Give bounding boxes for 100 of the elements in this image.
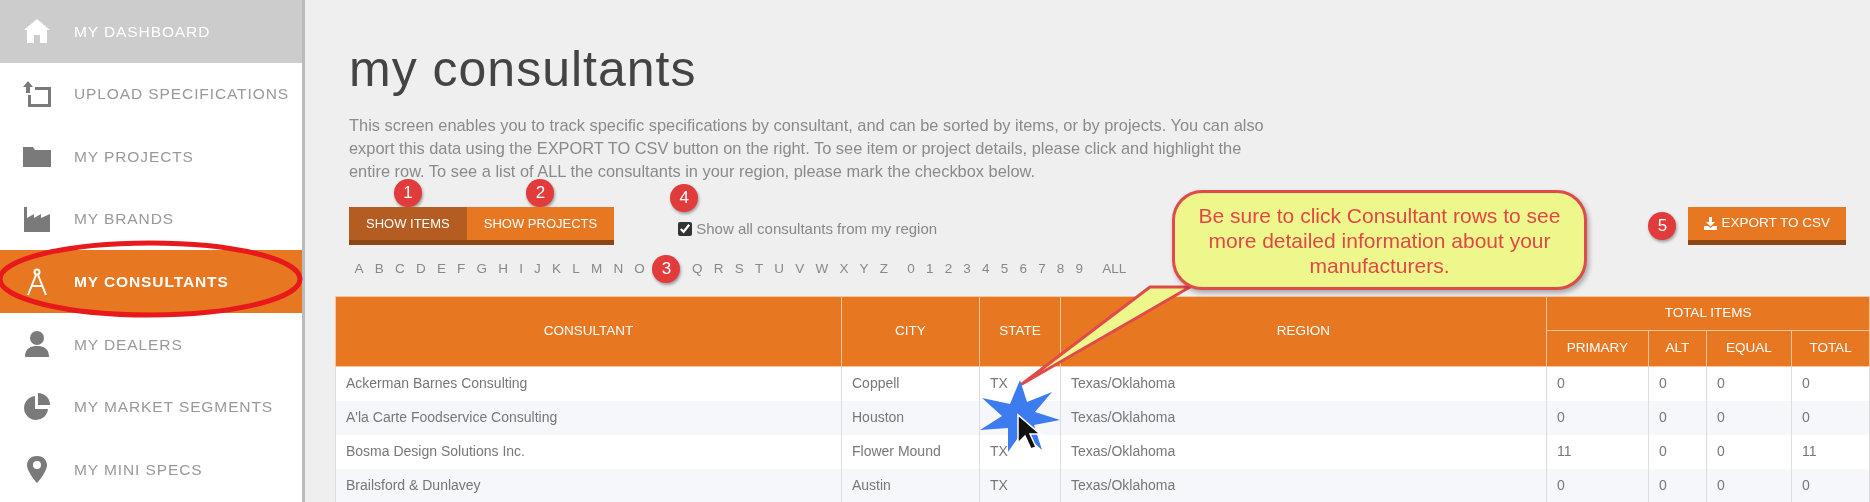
letter-link[interactable]: A (349, 258, 370, 280)
letter-link[interactable]: C (389, 258, 411, 280)
table-cell: Ackerman Barnes Consulting (346, 375, 528, 392)
table-cell: 11 (1802, 443, 1817, 459)
table-cell: 0 (1659, 375, 1667, 392)
pie-chart-icon (22, 391, 52, 422)
number-badge: 3 (652, 255, 681, 283)
table-cell: 0 (1802, 477, 1810, 493)
table-cell: 0 (1557, 409, 1565, 425)
letter-link[interactable]: O (628, 258, 651, 280)
column-header: PRIMARY (1546, 330, 1649, 367)
letter-link[interactable]: G (470, 258, 493, 280)
callout-bubble: Be sure to click Consultant rows to see more detailed information about your manufacturers. (1172, 190, 1587, 290)
table-cell: 0 (1717, 477, 1725, 493)
table-cell: Texas/Oklahoma (1071, 375, 1176, 392)
column-header: TOTAL (1791, 330, 1870, 367)
table-cell: 0 (1717, 409, 1725, 425)
sidebar-item[interactable]: MY BRANDS (0, 187, 302, 251)
column-header: ALT (1648, 330, 1707, 367)
letter-link[interactable]: H (492, 258, 514, 280)
checkbox[interactable] (678, 222, 693, 236)
letter-link[interactable]: K (546, 258, 567, 280)
letter-link[interactable]: F (451, 258, 471, 280)
sidebar-item[interactable]: MY DEALERS (0, 312, 302, 376)
letter-link[interactable]: 0 (901, 258, 921, 280)
letter-link[interactable]: N (607, 258, 629, 280)
table-cell: 0 (1557, 375, 1565, 392)
letter-link[interactable]: V (789, 258, 810, 280)
page-title: my consultants (349, 44, 698, 94)
number-badge: 1 (393, 179, 422, 207)
sidebar-item[interactable]: MY CONSULTANTS (0, 250, 302, 313)
letter-link[interactable]: Y (854, 258, 875, 280)
letter-link[interactable]: 6 (1013, 258, 1033, 280)
table-cell: Brailsford & Dunlavey (346, 477, 481, 493)
table-cell: TX (990, 375, 1008, 392)
table-cell: Texas/Oklahoma (1071, 443, 1176, 459)
letter-link[interactable]: M (585, 258, 608, 280)
number-badge: 4 (670, 183, 699, 212)
letter-link[interactable]: W (809, 258, 834, 280)
column-header: EQUAL (1706, 330, 1792, 367)
sidebar-item[interactable]: UPLOAD SPECIFICATIONS (0, 62, 302, 126)
column-header: CONSULTANT (335, 296, 842, 367)
letter-link[interactable]: T (749, 258, 769, 280)
letter-link[interactable]: 5 (995, 258, 1014, 280)
number-badge: 5 (1648, 212, 1677, 240)
letter-link[interactable]: ALL (1096, 258, 1132, 280)
tab-button[interactable]: SHOW PROJECTS (466, 207, 615, 245)
table-cell: Texas/Oklahoma (1071, 477, 1176, 493)
letter-link[interactable]: J (528, 258, 547, 280)
table-cell: 0 (1659, 477, 1667, 493)
letter-link[interactable]: 7 (1032, 258, 1052, 280)
letter-link[interactable]: L (566, 258, 586, 280)
table-cell: 0 (1802, 409, 1810, 425)
column-header: REGION (1060, 296, 1547, 367)
letter-link[interactable]: Z (874, 258, 894, 280)
table-cell: 0 (1717, 443, 1725, 459)
person-icon (22, 329, 52, 360)
letter-link[interactable]: 2 (939, 258, 958, 280)
table-cell: 11 (1557, 443, 1572, 459)
table-cell: TX (990, 477, 1008, 493)
letter-link[interactable]: 1 (920, 258, 940, 280)
table-cell: 0 (1717, 375, 1725, 392)
table-cell: A'la Carte Foodservice Consulting (346, 409, 558, 425)
letter-link[interactable]: 8 (1051, 258, 1070, 280)
column-header: CITY (841, 296, 980, 367)
sidebar-item[interactable]: MY PROJECTS (0, 125, 302, 188)
sidebar-item[interactable]: MY MARKET SEGMENTS (0, 375, 302, 439)
letter-link[interactable]: Q (686, 258, 709, 280)
table-cell: Flower Mound (852, 443, 941, 459)
letter-link[interactable]: U (768, 258, 790, 280)
letter-link[interactable]: 4 (976, 258, 996, 280)
letter-link[interactable]: S (729, 258, 750, 280)
letter-link[interactable]: 9 (1069, 258, 1089, 280)
table-cell: Bosma Design Solutions Inc. (346, 443, 525, 459)
table-cell: TX (990, 443, 1008, 459)
download-icon (1704, 217, 1718, 230)
description-text: This screen enables you to track specific specifications by consultant, and can be sorted by items, or by projects. You can also export this data using the EXPORT TO CSV button on the right. To see item or project details, please click and highlight the entire row. To see a list of ALL the consultants in your region, please mark the checkbox below. (349, 115, 1265, 182)
table-cell: 0 (1659, 443, 1667, 459)
tab-button[interactable]: SHOW ITEMS (349, 207, 467, 245)
letter-link[interactable]: D (410, 258, 432, 280)
column-header: STATE (979, 296, 1061, 367)
letter-link[interactable]: I (513, 258, 529, 280)
table-cell: Coppell (852, 375, 900, 392)
sidebar-item[interactable]: MY MINI SPECS (0, 438, 302, 501)
letter-link[interactable]: E (431, 258, 452, 280)
factory-icon (22, 204, 52, 235)
table-cell: 0 (1557, 477, 1565, 493)
checkbox-label: Show all consultants from my region (696, 218, 938, 239)
letter-link[interactable]: 3 (957, 258, 977, 280)
table-cell: Austin (852, 477, 891, 493)
export-button[interactable]: EXPORT TO CSV (1688, 207, 1846, 245)
table-cell: 0 (1802, 375, 1810, 392)
number-badge: 2 (526, 179, 555, 207)
letter-link[interactable]: R (708, 258, 730, 280)
column-group-header: TOTAL ITEMS (1546, 296, 1870, 331)
letter-link[interactable]: X (833, 258, 854, 280)
letter-link[interactable]: B (369, 258, 390, 280)
table-cell: Houston (852, 409, 905, 425)
table-cell: Texas/Oklahoma (1071, 409, 1176, 425)
table-cell: 0 (1659, 409, 1667, 425)
